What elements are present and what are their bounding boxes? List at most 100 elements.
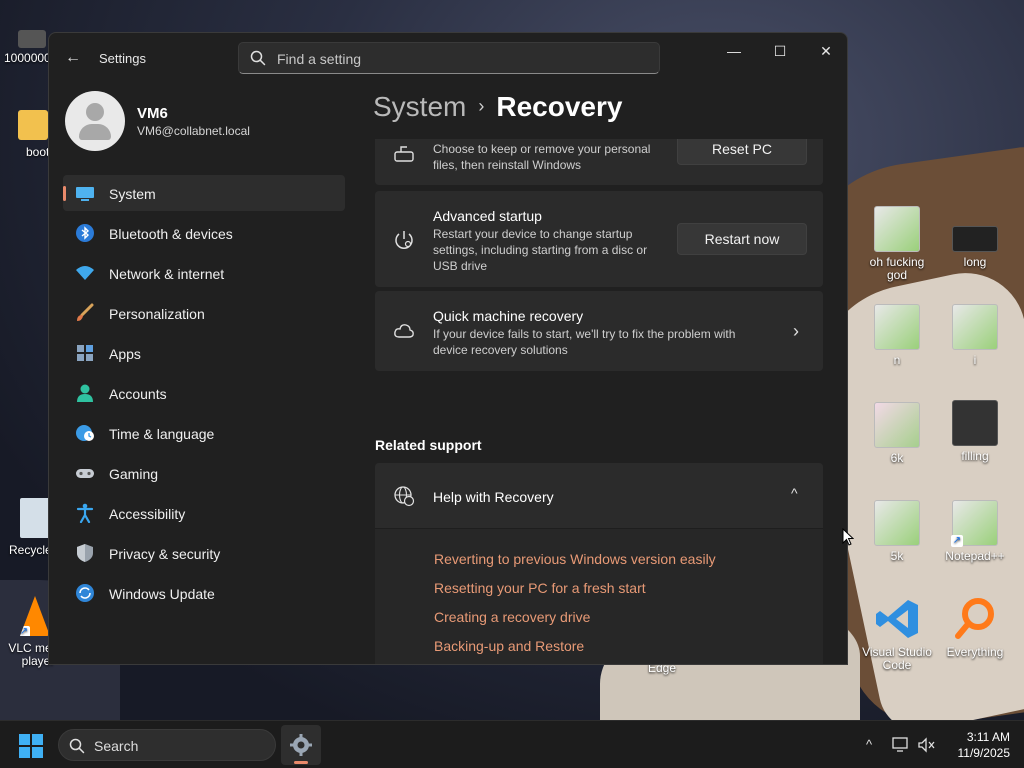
image-thumbnail-icon <box>952 400 998 446</box>
quick-machine-recovery-card[interactable]: Quick machine recovery If your device fa… <box>375 291 823 371</box>
settings-window: ← Settings — ☐ ✕ VM6 VM6@collabnet.local… <box>48 32 848 665</box>
notepad-plus-plus-icon <box>951 500 998 547</box>
sidebar-item-accessibility[interactable]: Accessibility <box>63 495 345 531</box>
avatar <box>65 91 125 151</box>
sidebar-item-label: Personalization <box>109 306 205 322</box>
desktop-icon[interactable]: n <box>859 304 935 367</box>
wifi-icon <box>76 266 94 280</box>
desktop-icon[interactable]: VLC media player <box>6 596 68 668</box>
advanced-startup-card: Advanced startup Restart your device to … <box>375 191 823 287</box>
related-support-heading: Related support <box>375 437 482 453</box>
shield-icon <box>77 544 93 562</box>
title-bar: ← Settings — ☐ ✕ <box>49 33 847 83</box>
paintbrush-icon <box>77 303 94 321</box>
minimize-button[interactable]: — <box>711 37 757 65</box>
show-hidden-icons-chevron[interactable]: ^ <box>859 735 879 755</box>
help-link[interactable]: Resetting your PC for a fresh start <box>434 580 646 596</box>
windows-start-icon[interactable] <box>18 733 44 759</box>
volume-muted-icon[interactable] <box>916 735 936 755</box>
window-title: Settings <box>99 51 146 66</box>
page-title: Recovery <box>496 91 623 122</box>
user-profile[interactable]: VM6 VM6@collabnet.local <box>65 91 365 155</box>
desktop-icon-label: boot <box>26 145 50 159</box>
sidebar-item-gaming[interactable]: Gaming <box>63 455 345 491</box>
image-thumbnail-icon <box>952 226 998 252</box>
sidebar-item-label: Time & language <box>109 426 215 442</box>
desktop-icon[interactable]: 5k <box>859 500 935 563</box>
desktop-icon[interactable]: Recycle <box>6 498 52 557</box>
help-with-recovery-header[interactable]: Help with Recovery ^ <box>375 463 823 529</box>
clock-date: 11/9/2025 <box>957 746 1011 760</box>
everything-search-icon <box>952 596 998 642</box>
sidebar-item-windows-update[interactable]: Windows Update <box>63 575 345 611</box>
reset-pc-button[interactable]: Reset PC <box>677 139 807 165</box>
desktop-icon[interactable]: filling <box>937 400 1013 463</box>
back-button[interactable]: ← <box>61 47 85 69</box>
desktop-icon[interactable]: boot <box>6 110 50 159</box>
reset-pc-icon <box>394 146 414 162</box>
quick-recovery-title: Quick machine recovery <box>433 308 584 324</box>
desktop-icon-label: Visual Studio Code <box>862 645 932 672</box>
person-icon <box>77 384 93 402</box>
reset-pc-card: Choose to keep or remove your personal f… <box>375 139 823 185</box>
active-app-indicator <box>294 761 308 764</box>
help-link[interactable]: Reverting to previous Windows version ea… <box>434 551 716 567</box>
desktop-icon[interactable]: 6k <box>859 402 935 465</box>
sidebar-item-accounts[interactable]: Accounts <box>63 375 345 411</box>
image-thumbnail-icon <box>874 206 920 252</box>
gamepad-icon <box>76 469 94 478</box>
image-thumbnail-icon <box>952 304 998 350</box>
avatar-head <box>86 103 104 121</box>
desktop-icon-label: filling <box>961 449 989 463</box>
settings-search-box[interactable] <box>238 42 660 74</box>
settings-search-input[interactable] <box>277 49 637 69</box>
desktop-icon[interactable]: Visual Studio Code <box>859 596 935 672</box>
chevron-right-icon: › <box>793 321 799 341</box>
advanced-startup-title: Advanced startup <box>433 208 542 224</box>
system-clock[interactable]: 3:11 AM 11/9/2025 <box>940 729 1011 761</box>
maximize-button[interactable]: ☐ <box>757 37 803 65</box>
globe-help-icon <box>394 486 415 507</box>
desktop-icon[interactable]: long <box>937 226 1013 269</box>
sidebar-item-privacy-security[interactable]: Privacy & security <box>63 535 345 571</box>
help-link[interactable]: Creating a recovery drive <box>434 609 590 625</box>
restart-now-button[interactable]: Restart now <box>677 223 807 255</box>
desktop-icon[interactable]: Notepad++ <box>937 500 1013 563</box>
breadcrumb: System › Recovery <box>373 91 622 123</box>
sidebar-item-label: Gaming <box>109 466 159 482</box>
sidebar-item-label: Bluetooth & devices <box>109 226 233 242</box>
desktop-icon-label: Notepad++ <box>945 549 1005 563</box>
profile-name: VM6 <box>137 105 168 122</box>
sidebar-item-bluetooth[interactable]: Bluetooth & devices <box>63 215 345 251</box>
sidebar-item-label: Privacy & security <box>109 546 221 562</box>
search-icon <box>69 738 85 754</box>
sidebar-item-label: Accessibility <box>109 506 186 522</box>
bluetooth-icon <box>76 224 94 242</box>
image-thumbnail-icon <box>874 304 920 350</box>
help-link[interactable]: Backing-up and Restore <box>434 638 584 654</box>
sidebar-item-network[interactable]: Network & internet <box>63 255 345 291</box>
desktop-icon[interactable]: oh fucking god <box>859 206 935 282</box>
desktop-icon-label: 5k <box>890 549 904 563</box>
file-icon <box>18 30 46 48</box>
close-button[interactable]: ✕ <box>803 37 847 65</box>
quick-recovery-description: If your device fails to start, we'll try… <box>433 327 736 357</box>
desktop-icon[interactable]: i <box>937 304 1013 367</box>
sidebar-item-personalization[interactable]: Personalization <box>63 295 345 331</box>
breadcrumb-parent[interactable]: System <box>373 91 466 122</box>
mouse-cursor-icon <box>842 528 854 546</box>
recycle-bin-icon <box>20 498 50 538</box>
search-icon <box>250 50 266 66</box>
taskbar-search[interactable]: Search <box>58 729 276 761</box>
chevron-up-icon[interactable]: ^ <box>791 485 798 501</box>
desktop-icon[interactable]: Everything <box>937 596 1013 659</box>
desktop-icon-label: Recycle <box>9 543 52 557</box>
sidebar-item-system[interactable]: System <box>63 175 345 211</box>
taskbar-search-label: Search <box>94 738 139 754</box>
taskbar: Search ^ 3:11 AM 11/9/2025 <box>0 720 1024 768</box>
clock-time: 3:11 AM <box>966 730 1010 744</box>
sidebar-item-apps[interactable]: Apps <box>63 335 345 371</box>
taskbar-settings-app[interactable] <box>281 725 321 765</box>
sidebar-item-time-language[interactable]: Time & language <box>63 415 345 451</box>
network-icon[interactable] <box>890 735 910 755</box>
